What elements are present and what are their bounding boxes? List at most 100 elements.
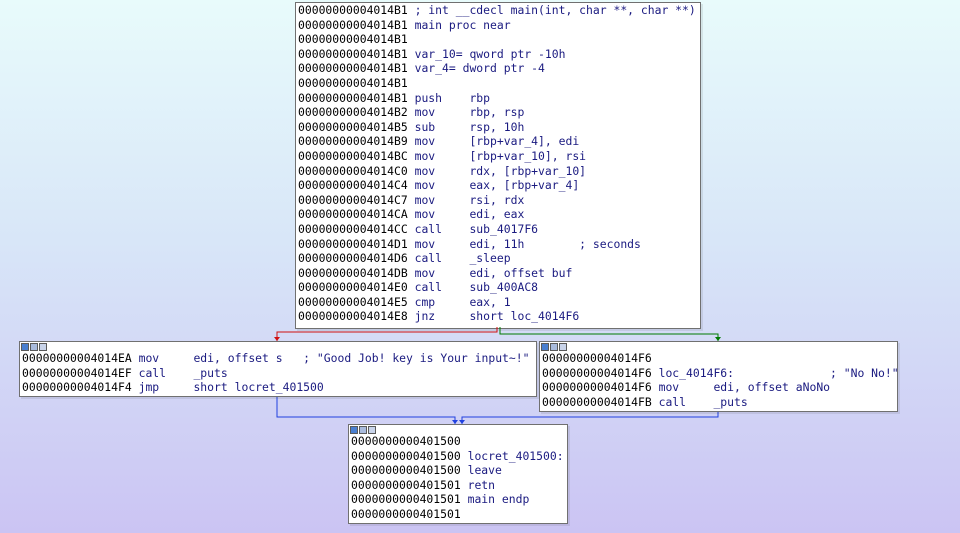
bad-block-code: 00000000004014F6 00000000004014F6 loc_401… — [540, 351, 899, 410]
disasm-line[interactable]: 00000000004014B1 var_4= dword ptr -4 — [298, 61, 698, 76]
edge-bad-to-end — [461, 410, 719, 424]
block-titlebar — [540, 342, 897, 351]
block-color-icon[interactable] — [541, 343, 549, 351]
line-address: 00000000004014B1 — [298, 61, 408, 76]
block-graph-icon[interactable] — [359, 426, 367, 434]
line-instruction: var_10= qword ptr -10h — [407, 46, 566, 61]
disasm-line[interactable]: 00000000004014FB call _puts — [542, 395, 895, 410]
main-basic-block[interactable]: 00000000004014B1 ; int __cdecl main(int,… — [295, 2, 701, 329]
disasm-line[interactable]: 0000000000401501 retn — [351, 478, 565, 493]
line-address: 00000000004014E5 — [298, 294, 408, 309]
disasm-line[interactable]: 00000000004014B1 main proc near — [298, 18, 698, 33]
no-no-basic-block[interactable]: 00000000004014F6 00000000004014F6 loc_401… — [539, 341, 899, 412]
disasm-line[interactable]: 0000000000401500 leave — [351, 463, 565, 478]
line-address: 00000000004014B1 — [298, 3, 408, 17]
disasm-line[interactable]: 00000000004014E5 cmp eax, 1 — [298, 295, 698, 310]
disasm-line[interactable]: 00000000004014B9 mov [rbp+var_4], edi — [298, 134, 698, 149]
line-address: 0000000000401501 — [351, 506, 461, 521]
disasm-line[interactable]: 00000000004014F6 — [542, 351, 895, 366]
line-instruction: call _puts — [131, 365, 228, 380]
line-address: 00000000004014FB — [542, 394, 652, 409]
line-address: 00000000004014F6 — [542, 351, 652, 365]
line-instruction: mov edi, eax — [407, 207, 525, 222]
line-address: 00000000004014CC — [298, 221, 408, 236]
disasm-line[interactable]: 00000000004014D6 call _sleep — [298, 251, 698, 266]
good-job-basic-block[interactable]: 00000000004014EA mov edi, offset s ; "Go… — [19, 341, 537, 397]
disasm-line[interactable]: 00000000004014F6 mov edi, offset aNoNo — [542, 380, 895, 395]
block-color-icon[interactable] — [350, 426, 358, 434]
disasm-line[interactable]: 00000000004014B2 mov rbp, rsp — [298, 105, 698, 120]
line-address: 00000000004014B1 — [298, 17, 408, 32]
disasm-line[interactable]: 00000000004014B1 — [298, 76, 698, 91]
line-instruction: cmp eax, 1 — [407, 294, 511, 309]
block-collapse-icon[interactable] — [368, 426, 376, 434]
disasm-line[interactable]: 00000000004014B5 sub rsp, 10h — [298, 120, 698, 135]
disasm-line[interactable]: 00000000004014CC call sub_4017F6 — [298, 222, 698, 237]
disasm-line[interactable]: 00000000004014C0 mov rdx, [rbp+var_10] — [298, 164, 698, 179]
block-titlebar — [20, 342, 536, 351]
disasm-line[interactable]: 00000000004014F4 jmp short locret_401500 — [22, 380, 534, 395]
line-address: 00000000004014EF — [22, 365, 132, 380]
line-instruction: push rbp — [407, 90, 491, 105]
disasm-line[interactable]: 0000000000401500 locret_401500: — [351, 449, 565, 464]
disasm-line[interactable]: 00000000004014EF call _puts — [22, 366, 534, 381]
disasm-line[interactable]: 0000000000401501 — [351, 507, 565, 522]
disasm-line[interactable]: 00000000004014F6 loc_4014F6: ; "No No!" — [542, 365, 899, 381]
line-instruction: locret_401500: — [460, 448, 564, 463]
edge-true-branch — [499, 327, 719, 341]
line-address: 00000000004014B1 — [298, 46, 408, 61]
disasm-line[interactable]: 00000000004014B1 push rbp — [298, 91, 698, 106]
disasm-line[interactable]: 00000000004014E0 call sub_400AC8 — [298, 280, 698, 295]
line-address: 00000000004014BC — [298, 148, 408, 163]
edge-good-to-end — [276, 395, 456, 424]
block-graph-icon[interactable] — [30, 343, 38, 351]
disasm-line[interactable]: 00000000004014D1 mov edi, 11h ; seconds — [298, 237, 698, 252]
disasm-line[interactable]: 00000000004014B1 — [298, 32, 698, 47]
line-address: 0000000000401500 — [351, 434, 461, 448]
return-basic-block[interactable]: 0000000000401500 0000000000401500 locret_… — [348, 424, 568, 524]
disasm-line[interactable]: 00000000004014C4 mov eax, [rbp+var_4] — [298, 178, 698, 193]
line-instruction: mov [rbp+var_4], edi — [407, 134, 580, 149]
line-instruction: mov [rbp+var_10], rsi — [407, 148, 587, 163]
line-address: 00000000004014D6 — [298, 251, 408, 266]
line-instruction: leave — [460, 463, 502, 478]
line-address: 00000000004014CA — [298, 207, 408, 222]
line-address: 0000000000401501 — [351, 477, 461, 492]
line-address: 00000000004014B5 — [298, 119, 408, 134]
line-address: 00000000004014C7 — [298, 192, 408, 207]
line-instruction: mov edi, offset buf — [407, 265, 573, 280]
block-collapse-icon[interactable] — [39, 343, 47, 351]
block-titlebar — [349, 425, 567, 434]
line-instruction: jnz short loc_4014F6 — [407, 309, 580, 324]
disasm-line[interactable]: 00000000004014E8 jnz short loc_4014F6 — [298, 309, 698, 324]
disasm-line[interactable]: 00000000004014C7 mov rsi, rdx — [298, 193, 698, 208]
disasm-line[interactable]: 00000000004014DB mov edi, offset buf — [298, 266, 698, 281]
line-instruction: retn — [460, 477, 496, 492]
disasm-line[interactable]: 00000000004014EA mov edi, offset s ; "Go… — [22, 351, 534, 366]
line-instruction: call sub_4017F6 — [407, 221, 539, 236]
line-address: 00000000004014F6 — [542, 380, 652, 395]
disasm-line[interactable]: 00000000004014B1 ; int __cdecl main(int,… — [298, 3, 698, 18]
disasm-line[interactable]: 00000000004014BC mov [rbp+var_10], rsi — [298, 149, 698, 164]
disasm-line[interactable]: 00000000004014B1 var_10= qword ptr -10h — [298, 47, 698, 62]
line-instruction: main endp — [460, 492, 530, 507]
block-color-icon[interactable] — [21, 343, 29, 351]
disasm-line[interactable]: 0000000000401501 main endp — [351, 492, 565, 507]
line-address: 00000000004014EA — [22, 351, 132, 365]
edge-false-branch — [276, 327, 498, 341]
block-collapse-icon[interactable] — [559, 343, 567, 351]
line-instruction: mov eax, [rbp+var_4] — [407, 178, 580, 193]
line-address: 00000000004014B1 — [298, 32, 408, 47]
block-graph-icon[interactable] — [550, 343, 558, 351]
line-instruction: main proc near — [407, 17, 511, 32]
end-block-code: 0000000000401500 0000000000401500 locret_… — [349, 434, 567, 522]
line-instruction: call _sleep — [407, 251, 511, 266]
line-address: 00000000004014DB — [298, 265, 408, 280]
disasm-line[interactable]: 00000000004014CA mov edi, eax — [298, 207, 698, 222]
good-block-code: 00000000004014EA mov edi, offset s ; "Go… — [20, 351, 536, 395]
line-instruction: call _puts — [651, 394, 748, 409]
line-address: 00000000004014F6 — [542, 365, 652, 380]
disasm-line[interactable]: 0000000000401500 — [351, 434, 565, 449]
line-address: 00000000004014E8 — [298, 309, 408, 324]
line-instruction: sub rsp, 10h — [407, 119, 525, 134]
